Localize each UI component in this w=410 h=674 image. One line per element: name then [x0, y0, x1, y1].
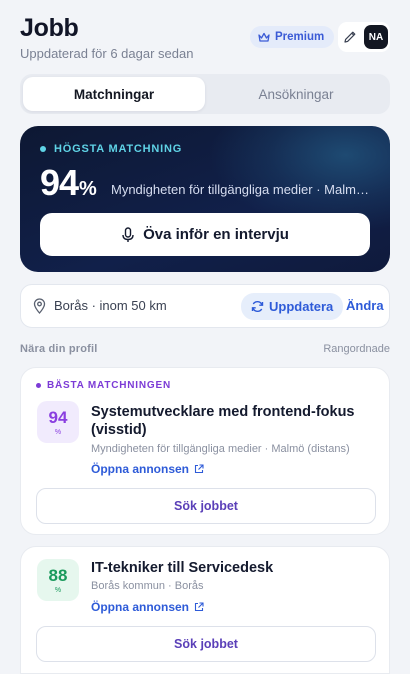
match-score-unit: %: [54, 428, 62, 436]
page-header: Jobb Uppdaterad för 6 dagar sedan Premiu…: [20, 14, 390, 64]
open-ad-label: Öppna annonsen: [91, 462, 190, 476]
premium-label: Premium: [275, 31, 325, 43]
apply-button[interactable]: Sök jobbet: [36, 488, 376, 524]
location-text: Borås · inom 50 km: [54, 298, 167, 313]
open-ad-label: Öppna annonsen: [91, 600, 190, 614]
profile-tools: NA: [338, 22, 390, 52]
status-dot: [40, 146, 46, 152]
last-updated-text: Uppdaterad för 6 dagar sedan: [20, 46, 194, 61]
tab-ansokningar[interactable]: Ansökningar: [205, 77, 387, 111]
job-title: Systemutvecklare med frontend-fokus (vis…: [91, 404, 355, 438]
job-card[interactable]: BÄSTA MATCHNINGEN 94 % Systemutvecklare …: [20, 367, 390, 535]
practice-interview-button[interactable]: Öva inför en intervju: [40, 213, 370, 256]
open-ad-link[interactable]: Öppna annonsen: [91, 600, 204, 614]
job-meta: Borås kommun · Borås: [91, 580, 204, 592]
avatar[interactable]: NA: [364, 25, 388, 49]
match-score-badge: 88 %: [37, 559, 79, 601]
top-match-label-text: HÖGSTA MATCHNING: [54, 143, 183, 155]
microphone-icon: [122, 226, 134, 242]
premium-button[interactable]: Premium: [250, 26, 335, 48]
job-meta: Myndigheten för tillgängliga medier · Ma…: [91, 443, 350, 455]
practice-interview-label: Öva inför en intervju: [143, 226, 289, 243]
update-label: Uppdatera: [269, 299, 334, 314]
best-match-badge: BÄSTA MATCHNINGEN: [36, 380, 171, 391]
match-score-unit: %: [54, 586, 62, 594]
crown-icon: [258, 32, 270, 42]
change-location-link[interactable]: Ändra: [346, 298, 384, 313]
section-header: Nära din profil Rangordnade: [20, 343, 390, 355]
top-match-score-unit: %: [79, 178, 97, 200]
location-filter: Borås · inom 50 km Uppdatera Ändra: [20, 284, 390, 328]
external-link-icon: [194, 602, 204, 612]
pencil-icon[interactable]: [342, 29, 358, 45]
badge-dot: [36, 383, 41, 388]
section-title: Nära din profil: [20, 343, 98, 355]
top-match-score-value: 94: [40, 162, 79, 203]
top-match-card: HÖGSTA MATCHNING 94 % Myndigheten för ti…: [20, 126, 390, 272]
match-score-value: 88: [48, 565, 68, 585]
top-match-label: HÖGSTA MATCHNING: [40, 143, 182, 155]
open-ad-link[interactable]: Öppna annonsen: [91, 462, 204, 476]
update-button[interactable]: Uppdatera: [241, 293, 344, 320]
top-match-employer: Myndigheten för tillgängliga medier · Ma…: [111, 182, 375, 197]
apply-button[interactable]: Sök jobbet: [36, 626, 376, 662]
best-match-text: BÄSTA MATCHNINGEN: [47, 380, 171, 391]
match-score-badge: 94 %: [37, 401, 79, 443]
refresh-icon: [251, 300, 264, 313]
tab-bar: Matchningar Ansökningar: [20, 74, 390, 114]
page-title: Jobb: [20, 14, 79, 42]
match-score-value: 94: [48, 407, 68, 427]
tab-matchningar[interactable]: Matchningar: [23, 77, 205, 111]
top-match-score: 94 %: [40, 162, 97, 204]
location-pin-icon: [33, 298, 46, 314]
sort-label: Rangordnade: [323, 343, 390, 355]
job-card[interactable]: 88 % IT-tekniker till Servicedesk Borås …: [20, 546, 390, 674]
external-link-icon: [194, 464, 204, 474]
job-title: IT-tekniker till Servicedesk: [91, 560, 274, 576]
